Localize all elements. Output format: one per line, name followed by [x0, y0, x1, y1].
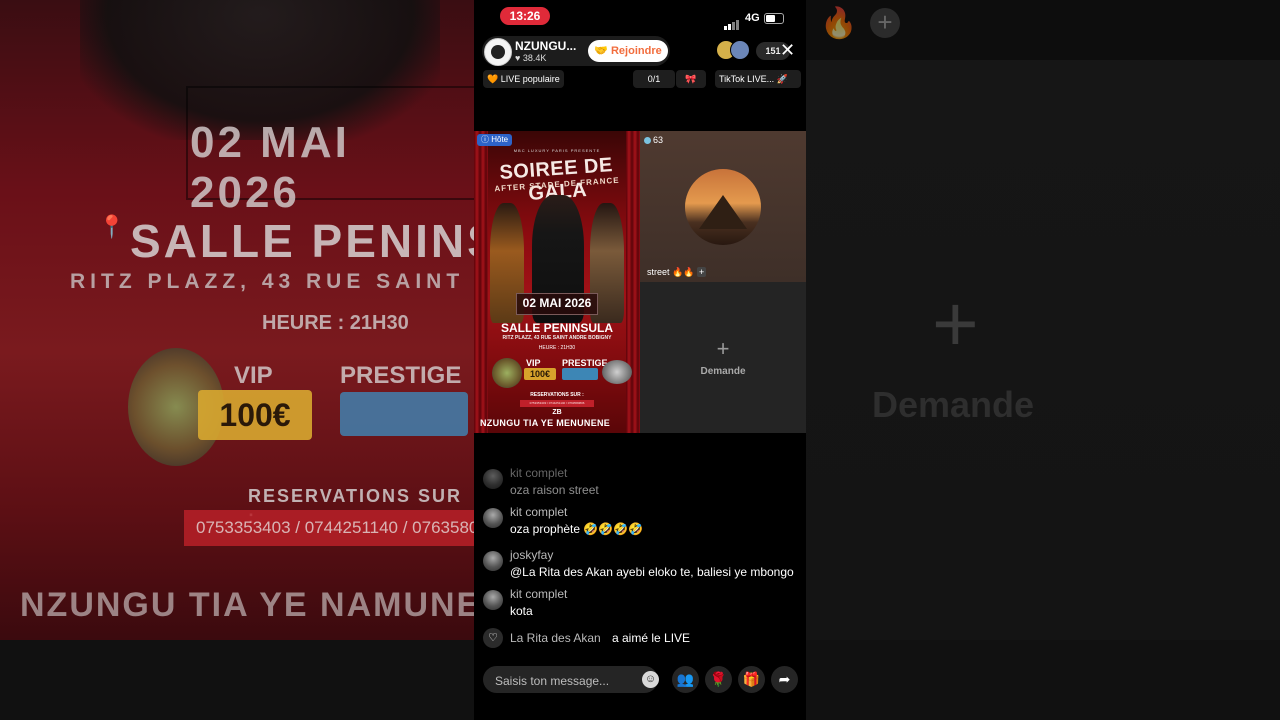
network-type: 4G [745, 12, 760, 24]
gift-icon[interactable]: 🎁 [738, 666, 765, 693]
host-badge: ⓘ Hôte [477, 134, 513, 146]
status-time: 13:26 [500, 7, 550, 25]
guest-score: 63 [644, 135, 663, 145]
background-bottom-band-right [806, 640, 1280, 720]
rocket-icon: 🚀 [776, 74, 788, 84]
poster-date: 02 MAI 2026 [522, 296, 592, 310]
live-grid: ⓘ Hôte MBC LUXURY PARIS PRESENTE SOIREE … [474, 131, 806, 433]
join-button[interactable]: 🤝 Rejoindre [588, 40, 668, 62]
poster-tagline: MBC LUXURY PARIS PRESENTE [513, 148, 601, 153]
background-phones: 0753353403 / 0744251140 / 07635808 [184, 510, 474, 546]
signal-icon [724, 12, 740, 30]
background-footer: NZUNGU TIA YE NAMUNENE [20, 586, 474, 624]
chat-avatar[interactable] [483, 508, 503, 528]
gift-chip-icon[interactable]: 🎀 [676, 70, 706, 88]
chat-text: oza raison street [510, 483, 599, 497]
background-price: 100€ [198, 390, 312, 440]
poster-address: RITZ PLAZZ, 43 RUE SAINT ANDRE BOBIGNY [502, 335, 612, 341]
guest-name: street 🔥🔥 [647, 267, 695, 277]
chat-avatar[interactable] [483, 590, 503, 610]
popular-live-chip[interactable]: 🧡 LIVE populaire [483, 70, 564, 88]
chat-message[interactable]: kit complet oza raison street [483, 466, 803, 500]
background-bottom-band-left [0, 640, 474, 720]
viewer-avatar[interactable] [730, 40, 750, 60]
background-right: 🔥 + + Demande [806, 0, 1280, 640]
host-likes: ♥ 38.4K [515, 53, 547, 63]
request-plus-icon[interactable]: + [640, 336, 806, 362]
poster-footer: NZUNGU TIA YE MENUNENE [480, 418, 611, 428]
background-date: 02 MAI 2026 [190, 118, 350, 217]
poster-vip: VIP [526, 358, 541, 368]
guest-tile[interactable]: 63 street 🔥🔥 + [640, 131, 806, 282]
poster-heure: HEURE : 21H30 [538, 345, 576, 351]
poster-bowl [602, 360, 632, 384]
handshake-icon: 🤝 [594, 45, 608, 57]
poster-salle: SALLE PENINSULA [500, 321, 613, 335]
host-video-tile[interactable]: ⓘ Hôte MBC LUXURY PARIS PRESENTE SOIREE … [474, 131, 640, 433]
plus-icon: + [870, 8, 900, 38]
chat-message[interactable]: kit complet kota [483, 587, 803, 621]
background-salle: SALLE PENINSU [130, 215, 474, 267]
chat-text: @La Rita des Akan ayebi eloko te, balies… [510, 565, 794, 579]
guest-name-row: street 🔥🔥 + [647, 267, 707, 278]
join-label: Rejoindre [610, 45, 662, 57]
message-input[interactable] [493, 670, 632, 691]
like-text: a aimé le LIVE [612, 631, 691, 645]
poster-price: 100€ [524, 368, 556, 380]
location-pin-icon: 📍 [98, 214, 126, 239]
background-category-prestige: PRESTIGE [340, 362, 462, 389]
chat-message[interactable]: kit complet oza prophète 🤣🤣🤣🤣 [483, 505, 803, 539]
chat-username[interactable]: kit complet [510, 587, 567, 601]
host-name: NZUNGU... [515, 39, 577, 53]
chat-username[interactable]: joskyfay [510, 548, 553, 562]
request-tile[interactable]: + Demande [640, 282, 806, 433]
chat-text: oza prophète 🤣🤣🤣🤣 [510, 522, 644, 536]
share-icon[interactable]: ➦ [771, 666, 798, 693]
multi-guest-icon[interactable]: 👥 [672, 666, 699, 693]
message-composer[interactable]: ☺ [483, 666, 659, 693]
poster-food-plate [492, 358, 522, 388]
host-avatar[interactable] [484, 38, 512, 66]
background-heure: HEURE : 21H30 [262, 312, 409, 334]
score-icon [644, 137, 651, 144]
background-left: 02 MAI 2026 📍 SALLE PENINSU RITZ PLAZZ, … [0, 0, 474, 640]
emoji-icon[interactable]: ☺ [642, 671, 659, 688]
tiktok-live-label: TikTok LIVE... [719, 74, 775, 84]
background-demande: Demande [872, 384, 1035, 425]
chat-message[interactable]: joskyfay @La Rita des Akan ayebi eloko t… [483, 548, 803, 582]
poster-reservation-box [562, 368, 598, 380]
request-label: Demande [700, 366, 746, 377]
heart-icon: ♡ [483, 628, 503, 648]
host-badge-label: Hôte [491, 135, 509, 144]
poster-reservations: RESERVATIONS SUR : [530, 392, 584, 398]
info-icon: ⓘ [481, 135, 489, 144]
tiktok-live-chip[interactable]: TikTok LIVE... 🚀 [715, 70, 801, 88]
guest-count: 63 [653, 135, 664, 145]
host-bar[interactable]: NZUNGU... ♥ 38.4K 🤝 Rejoindre [482, 36, 670, 66]
chat-username[interactable]: kit complet [510, 505, 567, 519]
chat-username[interactable]: kit complet [510, 466, 567, 480]
status-bar: 13:26 4G [474, 0, 806, 34]
poster-logo: ZB [552, 409, 562, 416]
pyramid-image [699, 195, 747, 229]
counter-chip[interactable]: 0/1 [633, 70, 675, 88]
background-reservation-box [340, 392, 468, 436]
background-category-vip: VIP [234, 362, 273, 389]
chat-avatar[interactable] [483, 551, 503, 571]
background-plus-icon: + [932, 279, 979, 368]
like-username[interactable]: La Rita des Akan [510, 631, 601, 645]
poster-prestige: PRESTIGE [562, 358, 608, 368]
flame-icon: 🔥 [820, 7, 858, 40]
phone-screen: 13:26 4G NZUNGU... ♥ 38.4K 🤝 Rejoindre 15… [474, 0, 806, 720]
follow-plus-icon[interactable]: + [696, 267, 707, 277]
poster-phones: 0753353403 / 0744251140 / 0763580806 [520, 400, 594, 407]
chat-text: kota [510, 604, 533, 618]
guest-avatar[interactable] [685, 169, 761, 245]
chat-avatar[interactable] [483, 469, 503, 489]
rose-gift-icon[interactable]: 🌹 [705, 666, 732, 693]
close-icon[interactable]: ✕ [780, 40, 795, 61]
background-address: RITZ PLAZZ, 43 RUE SAINT ANDR [70, 270, 474, 293]
battery-icon [764, 13, 784, 24]
